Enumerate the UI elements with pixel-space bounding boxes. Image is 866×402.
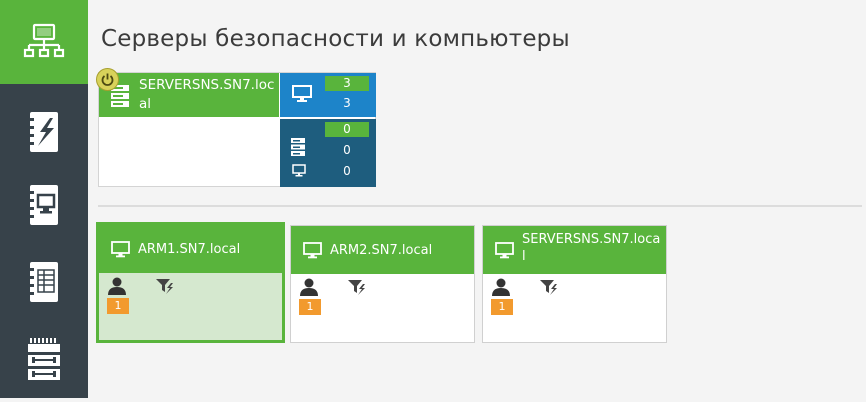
computer-book-icon	[27, 185, 58, 225]
sidebar-item-network[interactable]	[0, 0, 88, 84]
user-icon[interactable]	[299, 278, 319, 296]
computer-card-header[interactable]: ARM2.SN7.local	[291, 226, 474, 274]
computer-name: ARM1.SN7.local	[138, 242, 241, 257]
computer-card-arm1[interactable]: ARM1.SN7.local 1	[96, 222, 285, 343]
power-button[interactable]	[96, 68, 119, 91]
monitor-icon	[111, 241, 130, 258]
server-card-header[interactable]: SERVERSNS.SN7.local	[99, 73, 279, 117]
monitor-icon	[303, 242, 322, 259]
server-card[interactable]: SERVERSNS.SN7.local 3 3 0 0 0	[96, 68, 376, 187]
section-divider	[98, 205, 862, 207]
user-count-badge: 1	[299, 299, 321, 315]
computer-card-serversns[interactable]: SERVERSNS.SN7.local 1	[482, 225, 667, 343]
filter-lightning-icon[interactable]	[540, 280, 558, 296]
computer-card-arm2[interactable]: ARM2.SN7.local 1	[290, 225, 475, 343]
servers-online-count: 0	[325, 122, 369, 137]
sidebar-item-events[interactable]	[0, 90, 88, 174]
client-monitor-icon	[292, 164, 306, 177]
user-count-badge: 1	[491, 299, 513, 315]
sidebar-item-ledger[interactable]	[0, 240, 88, 324]
user-icon[interactable]	[107, 277, 127, 295]
network-icon	[23, 23, 65, 58]
user-icon[interactable]	[491, 278, 511, 296]
computers-stats[interactable]: 3 3	[280, 73, 376, 117]
clients-total-count: 0	[343, 164, 351, 178]
sidebar	[0, 0, 88, 398]
computers-online-count: 3	[325, 76, 369, 91]
server-stack-icon	[291, 138, 305, 156]
filter-lightning-icon[interactable]	[348, 280, 366, 296]
events-log-icon	[27, 112, 58, 152]
computer-name: SERVERSNS.SN7.local	[522, 232, 661, 264]
sidebar-item-devices[interactable]	[0, 318, 88, 402]
page-title: Серверы безопасности и компьютеры	[101, 26, 570, 52]
ledger-book-icon	[27, 262, 58, 302]
computer-name: ARM2.SN7.local	[330, 243, 433, 258]
computer-card-header[interactable]: ARM1.SN7.local	[99, 225, 282, 273]
server-name: SERVERSNS.SN7.local	[139, 77, 275, 112]
power-icon	[101, 73, 114, 86]
switch-device-icon	[28, 338, 60, 380]
monitor-icon	[495, 242, 514, 259]
servers-total-count: 0	[343, 143, 351, 157]
user-count-badge: 1	[107, 298, 129, 314]
sidebar-item-computers[interactable]	[0, 163, 88, 247]
computers-total-count: 3	[343, 96, 351, 110]
monitor-icon	[292, 85, 312, 102]
computer-card-header[interactable]: SERVERSNS.SN7.local	[483, 226, 666, 274]
filter-lightning-icon[interactable]	[156, 279, 174, 295]
servers-stats[interactable]: 0 0 0	[280, 119, 376, 187]
